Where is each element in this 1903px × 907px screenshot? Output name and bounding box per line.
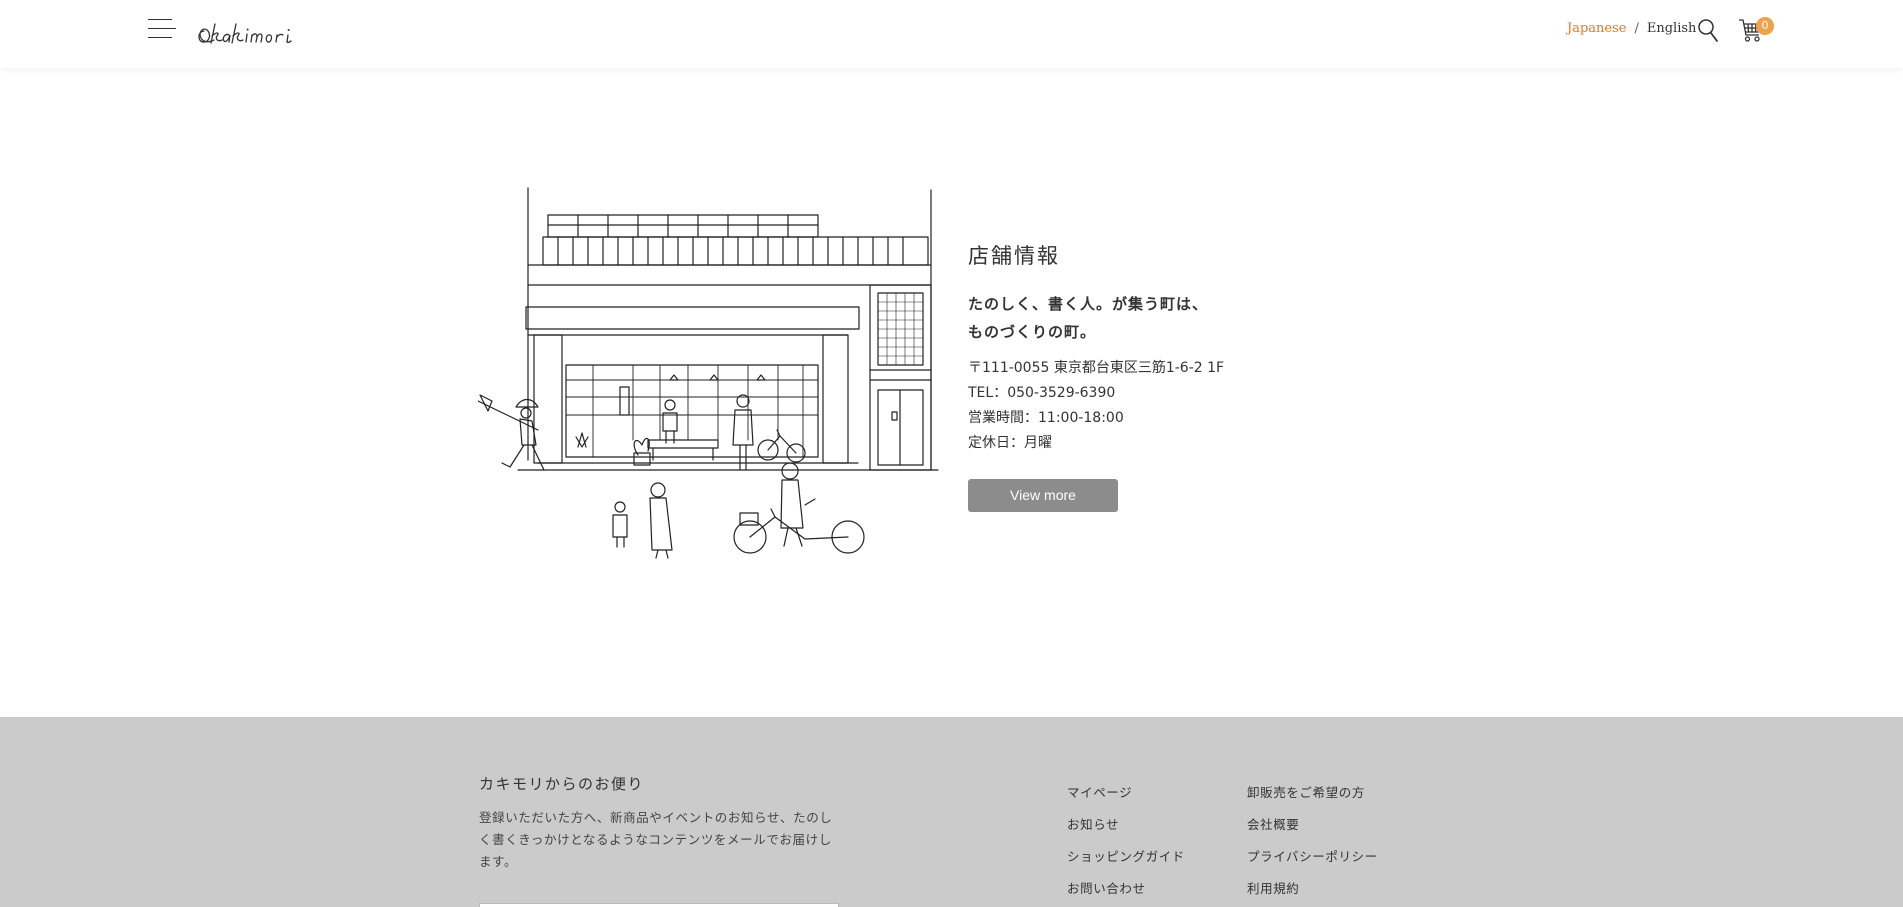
lang-separator: / <box>1634 21 1639 36</box>
store-tel: TEL：050-3529-6390 <box>968 385 1116 401</box>
cart-count-badge: 0 <box>1756 17 1774 35</box>
store-info-title: 店舗情報 <box>968 244 1060 268</box>
language-switcher: Japanese / English <box>1567 21 1696 36</box>
footer-link-wholesale[interactable]: 卸販売をご希望の方 <box>1247 777 1378 809</box>
footer-nav-column-1: マイページ お知らせ ショッピングガイド お問い合わせ <box>1067 777 1185 905</box>
kakimori-logo[interactable] <box>195 14 313 48</box>
footer-link-company[interactable]: 会社概要 <box>1247 809 1378 841</box>
lang-english-link[interactable]: English <box>1647 21 1697 36</box>
newsletter-title: カキモリからのお便り <box>479 775 645 793</box>
site-footer: カキモリからのお便り 登録いただいた方へ、新商品やイベントのお知らせ、たのしく書… <box>0 717 1903 907</box>
footer-link-shopping-guide[interactable]: ショッピングガイド <box>1067 841 1185 873</box>
footer-link-privacy[interactable]: プライバシーポリシー <box>1247 841 1378 873</box>
search-icon[interactable] <box>1697 18 1719 44</box>
footer-link-terms[interactable]: 利用規約 <box>1247 873 1378 905</box>
store-front-illustration <box>478 187 939 559</box>
hamburger-menu-icon[interactable] <box>148 17 176 41</box>
site-header: Japanese / English 0 <box>0 0 1903 68</box>
footer-link-mypage[interactable]: マイページ <box>1067 777 1185 809</box>
store-tagline: たのしく、書く人。が集う町は、 ものづくりの町。 <box>968 290 1298 346</box>
footer-link-contact[interactable]: お問い合わせ <box>1067 873 1185 905</box>
lang-japanese-link[interactable]: Japanese <box>1567 21 1626 36</box>
store-tagline-line1: たのしく、書く人。が集う町は、 <box>968 295 1209 313</box>
footer-link-news[interactable]: お知らせ <box>1067 809 1185 841</box>
footer-nav-column-2: 卸販売をご希望の方 会社概要 プライバシーポリシー 利用規約 <box>1247 777 1378 905</box>
store-details: 〒111-0055 東京都台東区三筋1-6-2 1F TEL：050-3529-… <box>968 356 1298 456</box>
newsletter-email-input[interactable] <box>479 903 839 907</box>
store-hours: 営業時間：11:00-18:00 <box>968 410 1124 426</box>
newsletter-description: 登録いただいた方へ、新商品やイベントのお知らせ、たのしく書くきっかけとなるような… <box>479 810 833 869</box>
view-more-button[interactable]: View more <box>968 479 1118 512</box>
store-address: 〒111-0055 東京都台東区三筋1-6-2 1F <box>968 360 1225 376</box>
store-info: 店舗情報 たのしく、書く人。が集う町は、 ものづくりの町。 〒111-0055 … <box>968 240 1298 456</box>
store-tagline-line2: ものづくりの町。 <box>968 323 1097 341</box>
store-closed-day: 定休日：月曜 <box>968 435 1052 451</box>
